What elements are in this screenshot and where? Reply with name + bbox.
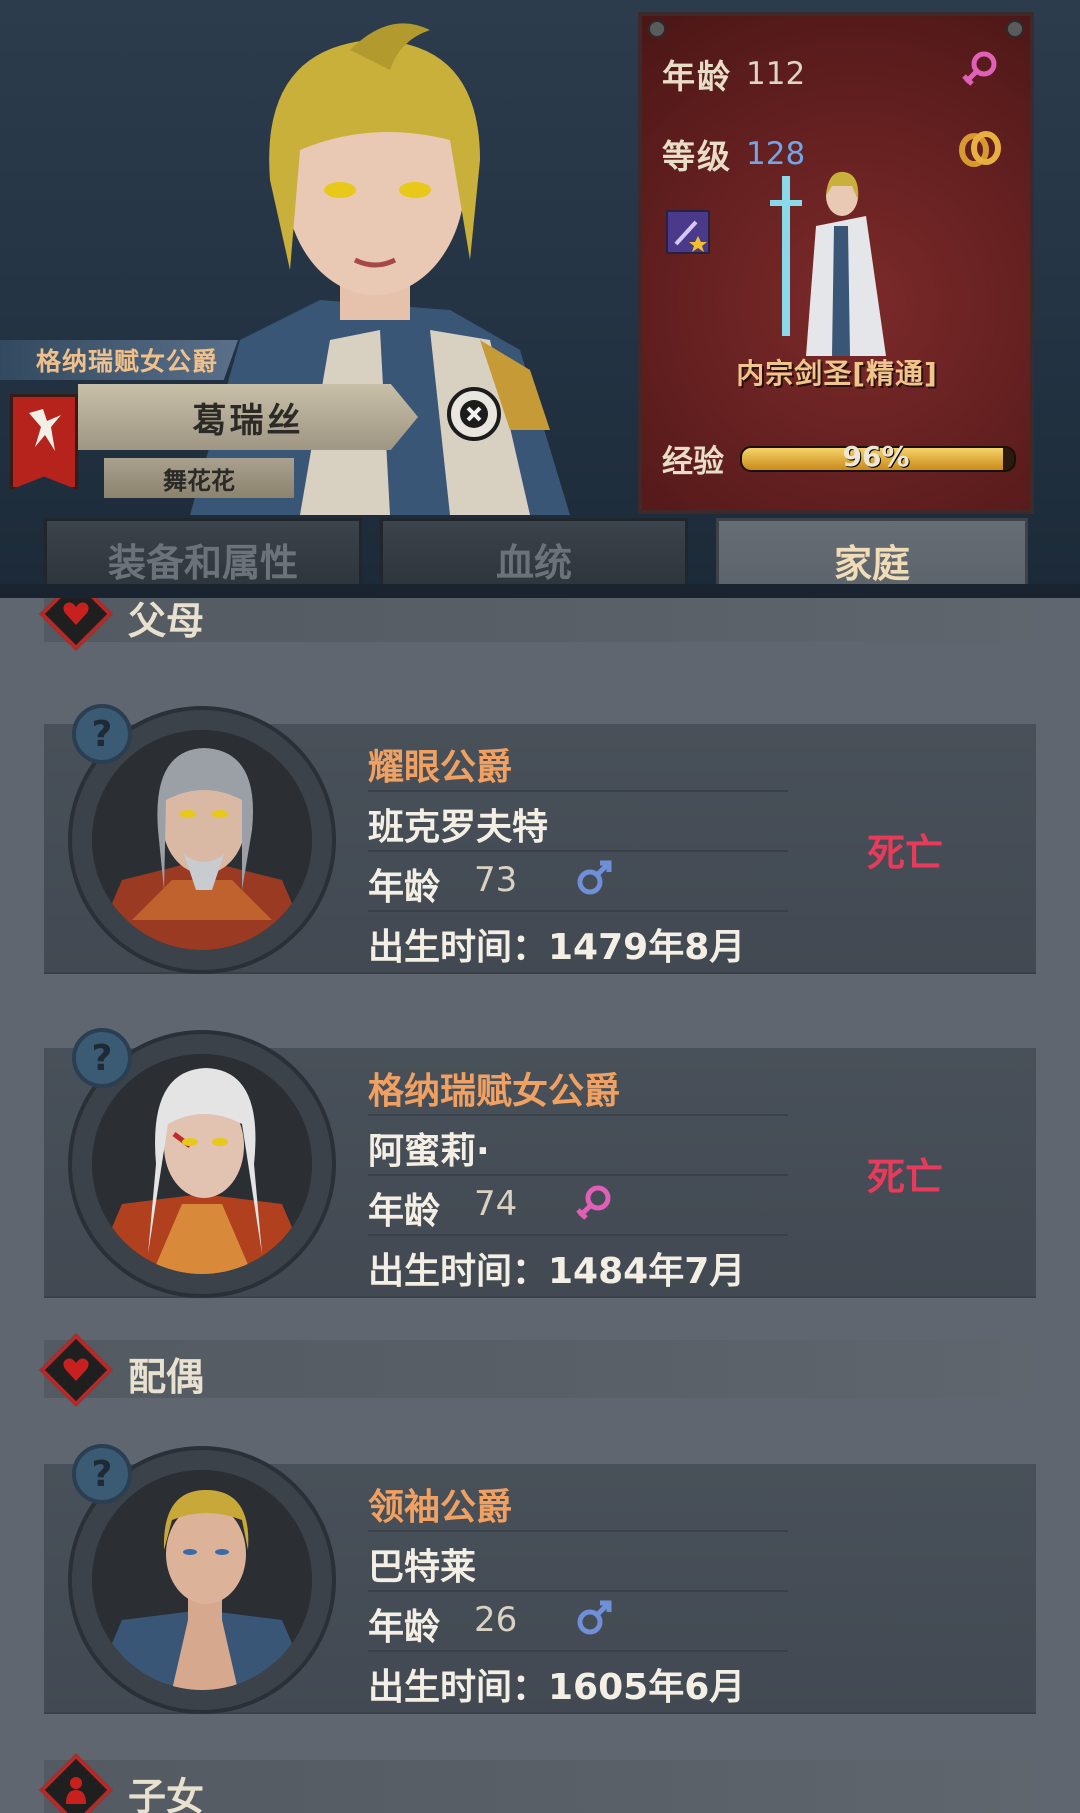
child-icon xyxy=(39,1753,113,1813)
card-age-value: 26 xyxy=(474,1600,518,1640)
section-children: 子女 xyxy=(39,1753,1034,1813)
card-title: 领袖公爵 xyxy=(368,1487,513,1528)
noble-title: 格纳瑞赋女公爵 xyxy=(0,340,238,380)
male-icon xyxy=(577,1600,612,1635)
card-name: 班克罗夫特 xyxy=(368,807,549,848)
family-list[interactable]: 父母 ? 耀眼公爵 班克罗夫特 年龄 73 出生时间：1479年8月 死亡 ? … xyxy=(0,598,1080,1813)
character-subname: 舞花花 xyxy=(104,458,294,498)
card-age-label: 年龄 xyxy=(368,1607,441,1648)
class-name: 内宗剑圣[精通] xyxy=(736,357,938,390)
divider xyxy=(368,1114,788,1116)
age-value: 112 xyxy=(746,56,806,92)
level-label: 等级 xyxy=(662,137,732,176)
family-card-mother[interactable]: ? 格纳瑞赋女公爵 阿蜜莉· 年龄 74 出生时间：1484年7月 死亡 xyxy=(44,1028,1036,1298)
section-parents: 父母 xyxy=(39,598,1034,651)
family-card-spouse[interactable]: ? 领袖公爵 巴特莱 年龄 26 出生时间：1605年6月 xyxy=(44,1444,1036,1714)
card-birth: 出生时间：1479年8月 xyxy=(368,927,746,968)
avatar xyxy=(92,1470,312,1690)
house-banner-icon xyxy=(10,394,78,490)
divider xyxy=(368,1234,788,1236)
class-figure-icon xyxy=(770,171,886,356)
divider xyxy=(368,1530,788,1532)
age-stat: 年龄 112 xyxy=(662,50,805,98)
nameplate: 格纳瑞赋女公爵 葛瑞丝 舞花花 xyxy=(0,340,470,515)
card-status: 死亡 xyxy=(867,831,944,875)
divider xyxy=(368,1174,788,1176)
card-name: 阿蜜莉· xyxy=(368,1131,490,1172)
card-status: 死亡 xyxy=(867,1155,944,1199)
section-title-parents: 父母 xyxy=(128,599,205,643)
divider xyxy=(368,1590,788,1592)
card-title: 耀眼公爵 xyxy=(368,747,513,788)
avatar xyxy=(92,1054,312,1274)
section-spouse: 配偶 xyxy=(39,1333,1034,1407)
card-age-value: 73 xyxy=(474,860,518,900)
divider xyxy=(368,1650,788,1652)
tab-equipment-attributes[interactable]: 装备和属性 xyxy=(44,518,362,598)
age-label: 年龄 xyxy=(662,57,732,96)
help-icon[interactable]: ? xyxy=(72,704,132,764)
stats-card: 年龄 112 等级 128 内宗剑圣[精通] 经验 96% xyxy=(638,12,1034,514)
exp-label: 经验 xyxy=(662,444,724,480)
tab-bar: 装备和属性 血统 家庭 xyxy=(44,518,1028,598)
card-age-label: 年龄 xyxy=(368,867,441,908)
card-age-label: 年龄 xyxy=(368,1191,441,1232)
heart-icon xyxy=(39,1333,113,1407)
section-title-spouse: 配偶 xyxy=(128,1355,205,1399)
card-title: 格纳瑞赋女公爵 xyxy=(368,1071,621,1112)
female-icon xyxy=(576,1185,611,1220)
card-name: 巴特莱 xyxy=(368,1547,477,1588)
divider xyxy=(368,910,788,912)
avatar xyxy=(92,730,312,950)
help-icon[interactable]: ? xyxy=(72,1444,132,1504)
card-age-value: 74 xyxy=(474,1184,518,1224)
tab-bloodline[interactable]: 血统 xyxy=(380,518,688,598)
close-icon xyxy=(460,400,488,428)
family-card-father[interactable]: ? 耀眼公爵 班克罗夫特 年龄 73 出生时间：1479年8月 死亡 xyxy=(44,704,1036,974)
exp-percent: 96% xyxy=(842,440,910,473)
male-icon xyxy=(577,860,612,895)
section-title-children: 子女 xyxy=(128,1775,205,1813)
divider xyxy=(368,850,788,852)
character-header: 格纳瑞赋女公爵 葛瑞丝 舞花花 年龄 112 等级 128 内宗剑圣[精通] 经… xyxy=(0,0,1080,598)
avatar-ring: ? xyxy=(68,1028,336,1298)
skill-badge-icon[interactable] xyxy=(666,210,710,254)
help-icon[interactable]: ? xyxy=(72,1028,132,1088)
avatar-ring: ? xyxy=(68,704,336,974)
card-birth: 出生时间：1605年6月 xyxy=(368,1667,746,1708)
card-birth: 出生时间：1484年7月 xyxy=(368,1251,746,1292)
avatar-ring: ? xyxy=(68,1444,336,1714)
heart-icon xyxy=(39,598,113,651)
close-button[interactable] xyxy=(447,387,501,441)
tab-family[interactable]: 家庭 xyxy=(716,518,1028,598)
character-name: 葛瑞丝 xyxy=(78,384,418,450)
rings-icon[interactable] xyxy=(956,128,1004,170)
divider xyxy=(368,790,788,792)
female-icon xyxy=(962,51,997,86)
